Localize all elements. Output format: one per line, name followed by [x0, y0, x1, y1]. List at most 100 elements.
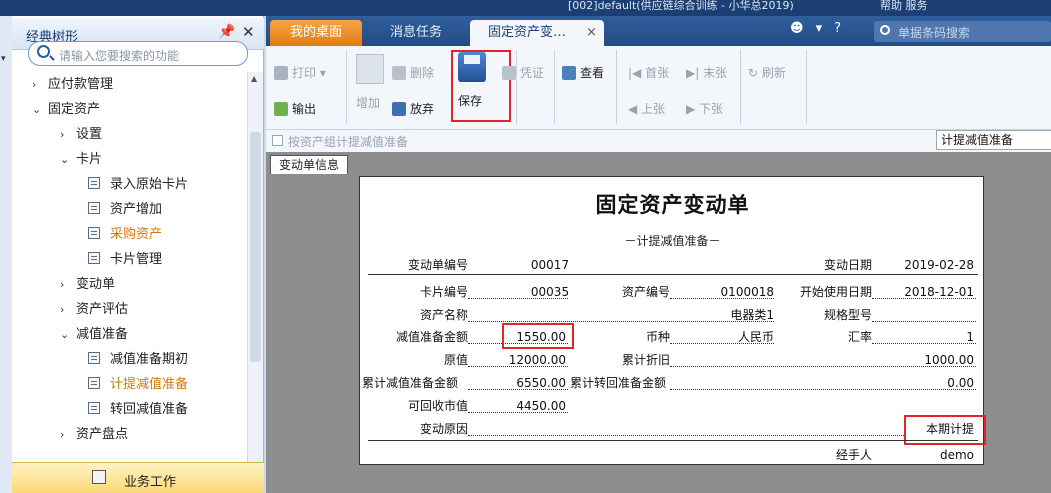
toolbar: 打印 ▾ 输出 增加 删除 放弃 保存 凭证 查看 |◀ 首张 ▶| 末张 ◀ … — [266, 46, 1051, 130]
pin-icon[interactable]: 📌 — [218, 24, 235, 40]
chevron-right-icon[interactable]: › — [32, 72, 48, 97]
prev-button[interactable]: ◀ 上张 — [628, 100, 665, 117]
chevron-right-icon[interactable]: › — [60, 122, 76, 147]
next-button[interactable]: ▶ 下张 — [686, 100, 723, 117]
add-button[interactable]: 增加 — [356, 94, 380, 111]
toolbar-separator — [740, 50, 741, 124]
last-icon: ▶| — [686, 66, 704, 80]
chevron-down-icon[interactable]: ⌄ — [32, 97, 48, 122]
left-collapse-strip[interactable]: ▾ — [0, 16, 12, 493]
handler-label: 经手人 — [835, 448, 872, 462]
toolbar-separator — [616, 50, 617, 124]
divider-line — [368, 440, 978, 441]
voucher-icon — [502, 66, 516, 80]
printer-icon — [274, 66, 288, 80]
search-placeholder: 请输入您要搜索的功能 — [59, 49, 180, 63]
title-right-menu[interactable]: 帮助 服务 — [880, 0, 928, 12]
scroll-up-icon[interactable]: ▲ — [251, 74, 257, 83]
tree-item[interactable]: 转回减值准备 — [88, 397, 188, 422]
prev-icon: ◀ — [628, 102, 642, 116]
impair-amount-highlight-box — [502, 323, 574, 349]
export-button[interactable]: 输出 — [274, 100, 316, 117]
tab-close-icon[interactable]: × — [586, 20, 597, 46]
view-button[interactable]: 查看 — [562, 64, 604, 81]
document-icon — [88, 252, 100, 264]
tab-bar-icons: ☻ ▾? — [790, 21, 853, 36]
tree-item-label: 采购资产 — [110, 227, 163, 242]
filter-row: 按资产组计提减值准备 计提减值准备 — [266, 130, 1051, 152]
last-button[interactable]: ▶| 末张 — [686, 64, 727, 81]
window-title: [002]default(供应链综合训练 - 小华总2019) — [568, 0, 794, 12]
first-button[interactable]: |◀ 首张 — [628, 64, 669, 81]
chevron-right-icon[interactable]: › — [60, 297, 76, 322]
tree-item[interactable]: 卡片管理 — [88, 247, 162, 272]
export-icon — [274, 102, 288, 116]
tree-item[interactable]: ⌄ 固定资产 — [32, 97, 100, 122]
tree-item-label: 卡片 — [76, 152, 103, 167]
close-icon[interactable]: ✕ — [242, 23, 255, 41]
document-icon — [88, 227, 100, 239]
dropdown-icon[interactable]: ▾ — [816, 21, 823, 36]
chevron-down-icon[interactable]: ⌄ — [60, 147, 76, 172]
smiley-icon[interactable]: ☻ — [790, 21, 804, 36]
divider-line — [368, 274, 978, 275]
doc-no-label: 变动单编号 — [407, 258, 468, 272]
abandon-button[interactable]: 放弃 — [392, 100, 434, 117]
orig-value-label: 原值 — [443, 353, 468, 367]
change-type-select[interactable]: 计提减值准备 — [936, 130, 1051, 150]
tab-asset-change-label: 固定资产变… — [488, 25, 567, 40]
search-icon — [37, 45, 50, 58]
tree-item[interactable]: 录入原始卡片 — [88, 172, 188, 197]
chevron-down-icon[interactable]: ⌄ — [60, 322, 76, 347]
tree-item[interactable]: › 资产评估 — [60, 297, 128, 322]
tree-item[interactable]: 减值准备期初 — [88, 347, 188, 372]
tree-item[interactable]: ⌄ 卡片 — [60, 147, 102, 172]
tree-item[interactable]: › 应付款管理 — [32, 72, 113, 97]
tab-my-desktop[interactable]: 我的桌面 — [270, 20, 362, 46]
tree-item[interactable]: 采购资产 — [88, 222, 162, 247]
tab-change-info[interactable]: 变动单信息 — [270, 155, 348, 174]
collapse-arrow-icon[interactable]: ▾ — [1, 54, 6, 64]
asset-group-checkbox-label: 按资产组计提减值准备 — [288, 135, 409, 149]
chevron-right-icon[interactable]: › — [60, 272, 76, 297]
tree-item-label: 计提减值准备 — [110, 377, 189, 392]
refresh-icon: ↻ — [748, 66, 762, 80]
tree-item-label: 变动单 — [76, 277, 116, 292]
function-search-input[interactable]: 请输入您要搜索的功能 — [28, 41, 248, 66]
print-button[interactable]: 打印 ▾ — [274, 64, 326, 81]
asset-group-checkbox[interactable] — [272, 135, 283, 146]
tab-asset-change[interactable]: 固定资产变… × — [470, 20, 604, 46]
tree-scrollbar[interactable]: ▲ — [247, 72, 263, 462]
tree-item-label: 资产增加 — [110, 202, 163, 217]
tree-item[interactable]: › 变动单 — [60, 272, 115, 297]
barcode-search-input[interactable]: 单据条码搜索 — [874, 21, 1051, 42]
help-icon[interactable]: ? — [834, 21, 841, 36]
tree-item[interactable]: › 资产盘点 — [60, 422, 128, 447]
tree-item-label: 转回减值准备 — [110, 402, 189, 417]
subtab-bar: 变动单信息 — [266, 152, 1051, 174]
tree-item[interactable]: › 设置 — [60, 122, 102, 147]
barcode-search-icon — [880, 25, 890, 35]
tab-message-tasks[interactable]: 消息任务 — [366, 20, 466, 46]
tree-item[interactable]: 资产增加 — [88, 197, 162, 222]
business-work-tab[interactable]: 业务工作 — [12, 462, 264, 493]
asset-no-label: 资产编号 — [621, 285, 670, 299]
chevron-right-icon[interactable]: › — [60, 422, 76, 447]
view-icon — [562, 66, 576, 80]
acc-reverse-label: 累计转回准备金额 — [570, 376, 667, 390]
toolbar-separator — [346, 50, 347, 124]
tree-item[interactable]: ⌄ 减值准备 — [60, 322, 128, 347]
toolbar-separator — [516, 50, 517, 124]
acc-dep-label: 累计折旧 — [621, 353, 670, 367]
delete-button[interactable]: 删除 — [392, 64, 434, 81]
form-title: 固定资产变动单 — [595, 192, 750, 217]
currency-label: 币种 — [645, 330, 670, 344]
acc-impair-label: 累计减值准备金额 — [362, 376, 459, 390]
document-icon — [88, 352, 100, 364]
tree-item-label: 应付款管理 — [48, 77, 114, 92]
tree-item-label: 卡片管理 — [110, 252, 163, 267]
scrollbar-thumb[interactable] — [250, 132, 261, 362]
refresh-button[interactable]: ↻ 刷新 — [748, 64, 786, 81]
tree-item[interactable]: 计提减值准备 — [88, 372, 188, 397]
voucher-button[interactable]: 凭证 — [502, 64, 544, 81]
